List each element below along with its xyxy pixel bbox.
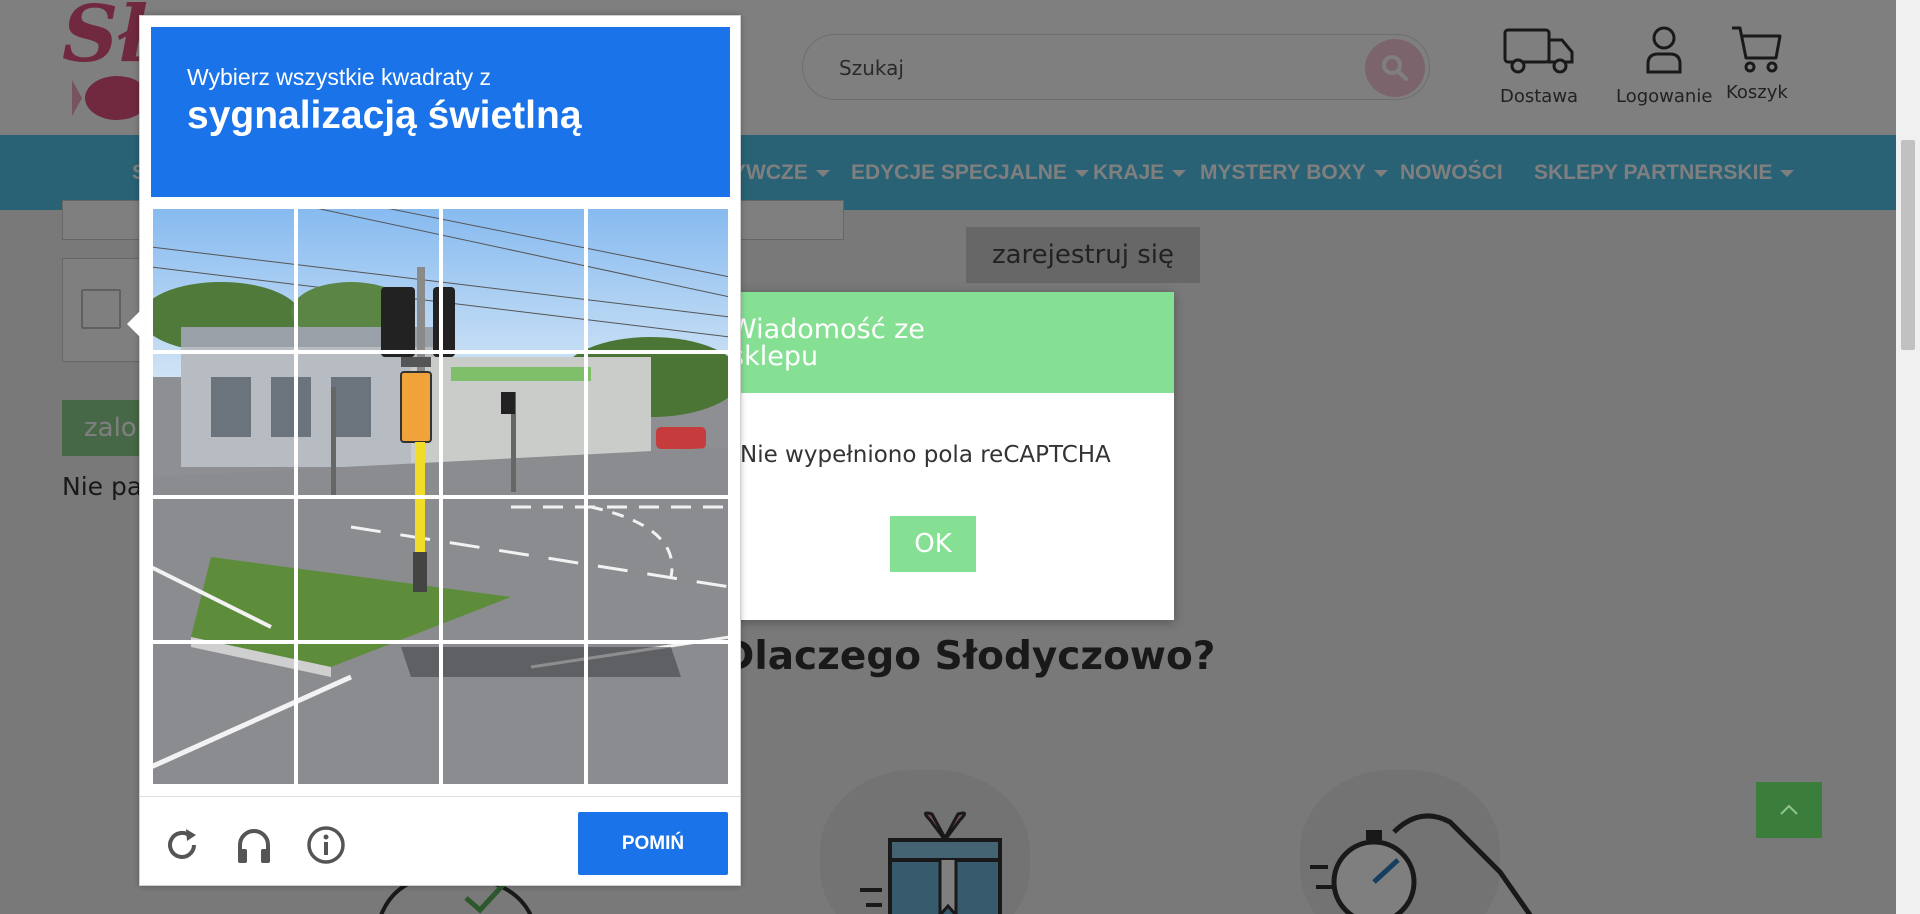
grid-tile-1-4[interactable] xyxy=(586,207,730,352)
store-dialog-title-line: sklepu xyxy=(730,341,819,372)
challenge-pointer xyxy=(127,311,140,337)
grid-tile-1-1[interactable] xyxy=(151,207,296,352)
grid-tile-2-1[interactable] xyxy=(151,352,296,497)
ok-button[interactable]: OK xyxy=(890,516,976,572)
page-scrollbar[interactable] xyxy=(1896,0,1920,914)
info-icon[interactable] xyxy=(306,825,346,865)
instruction-target: sygnalizacją świetlną xyxy=(187,94,582,137)
grid-tile-3-4[interactable] xyxy=(586,497,730,642)
chevron-up-icon xyxy=(1780,804,1798,815)
grid-tile-3-1[interactable] xyxy=(151,497,296,642)
grid-tile-3-2[interactable] xyxy=(296,497,441,642)
scroll-to-top-button[interactable] xyxy=(1756,782,1822,838)
challenge-footer: POMIŃ xyxy=(140,796,740,887)
grid-tile-2-3[interactable] xyxy=(441,352,586,497)
grid-tile-1-3[interactable] xyxy=(441,207,586,352)
recaptcha-challenge: Wybierz wszystkie kwadraty z sygnalizacj… xyxy=(127,15,741,887)
grid-tile-4-3[interactable] xyxy=(441,642,586,786)
scrollbar-thumb[interactable] xyxy=(1901,140,1915,350)
store-dialog-title: Wiadomość ze sklepu xyxy=(700,292,1174,393)
reload-icon[interactable] xyxy=(162,825,202,865)
store-message-dialog: Wiadomość ze sklepu Nie wypełniono pola … xyxy=(700,292,1174,620)
grid-tile-3-3[interactable] xyxy=(441,497,586,642)
grid-tile-4-4[interactable] xyxy=(586,642,730,786)
grid-tile-2-4[interactable] xyxy=(586,352,730,497)
grid-tile-1-2[interactable] xyxy=(296,207,441,352)
grid-tile-2-2[interactable] xyxy=(296,352,441,497)
grid-tile-4-1[interactable] xyxy=(151,642,296,786)
store-dialog-message: Nie wypełniono pola reCAPTCHA xyxy=(740,442,1111,468)
headphones-icon[interactable] xyxy=(234,825,274,865)
grid-tile-4-2[interactable] xyxy=(296,642,441,786)
skip-button[interactable]: POMIŃ xyxy=(578,812,728,875)
image-grid xyxy=(151,207,730,786)
challenge-instructions: Wybierz wszystkie kwadraty z sygnalizacj… xyxy=(151,27,730,197)
store-dialog-title-line: Wiadomość ze xyxy=(730,314,925,345)
instruction-text: Wybierz wszystkie kwadraty z xyxy=(187,64,491,90)
